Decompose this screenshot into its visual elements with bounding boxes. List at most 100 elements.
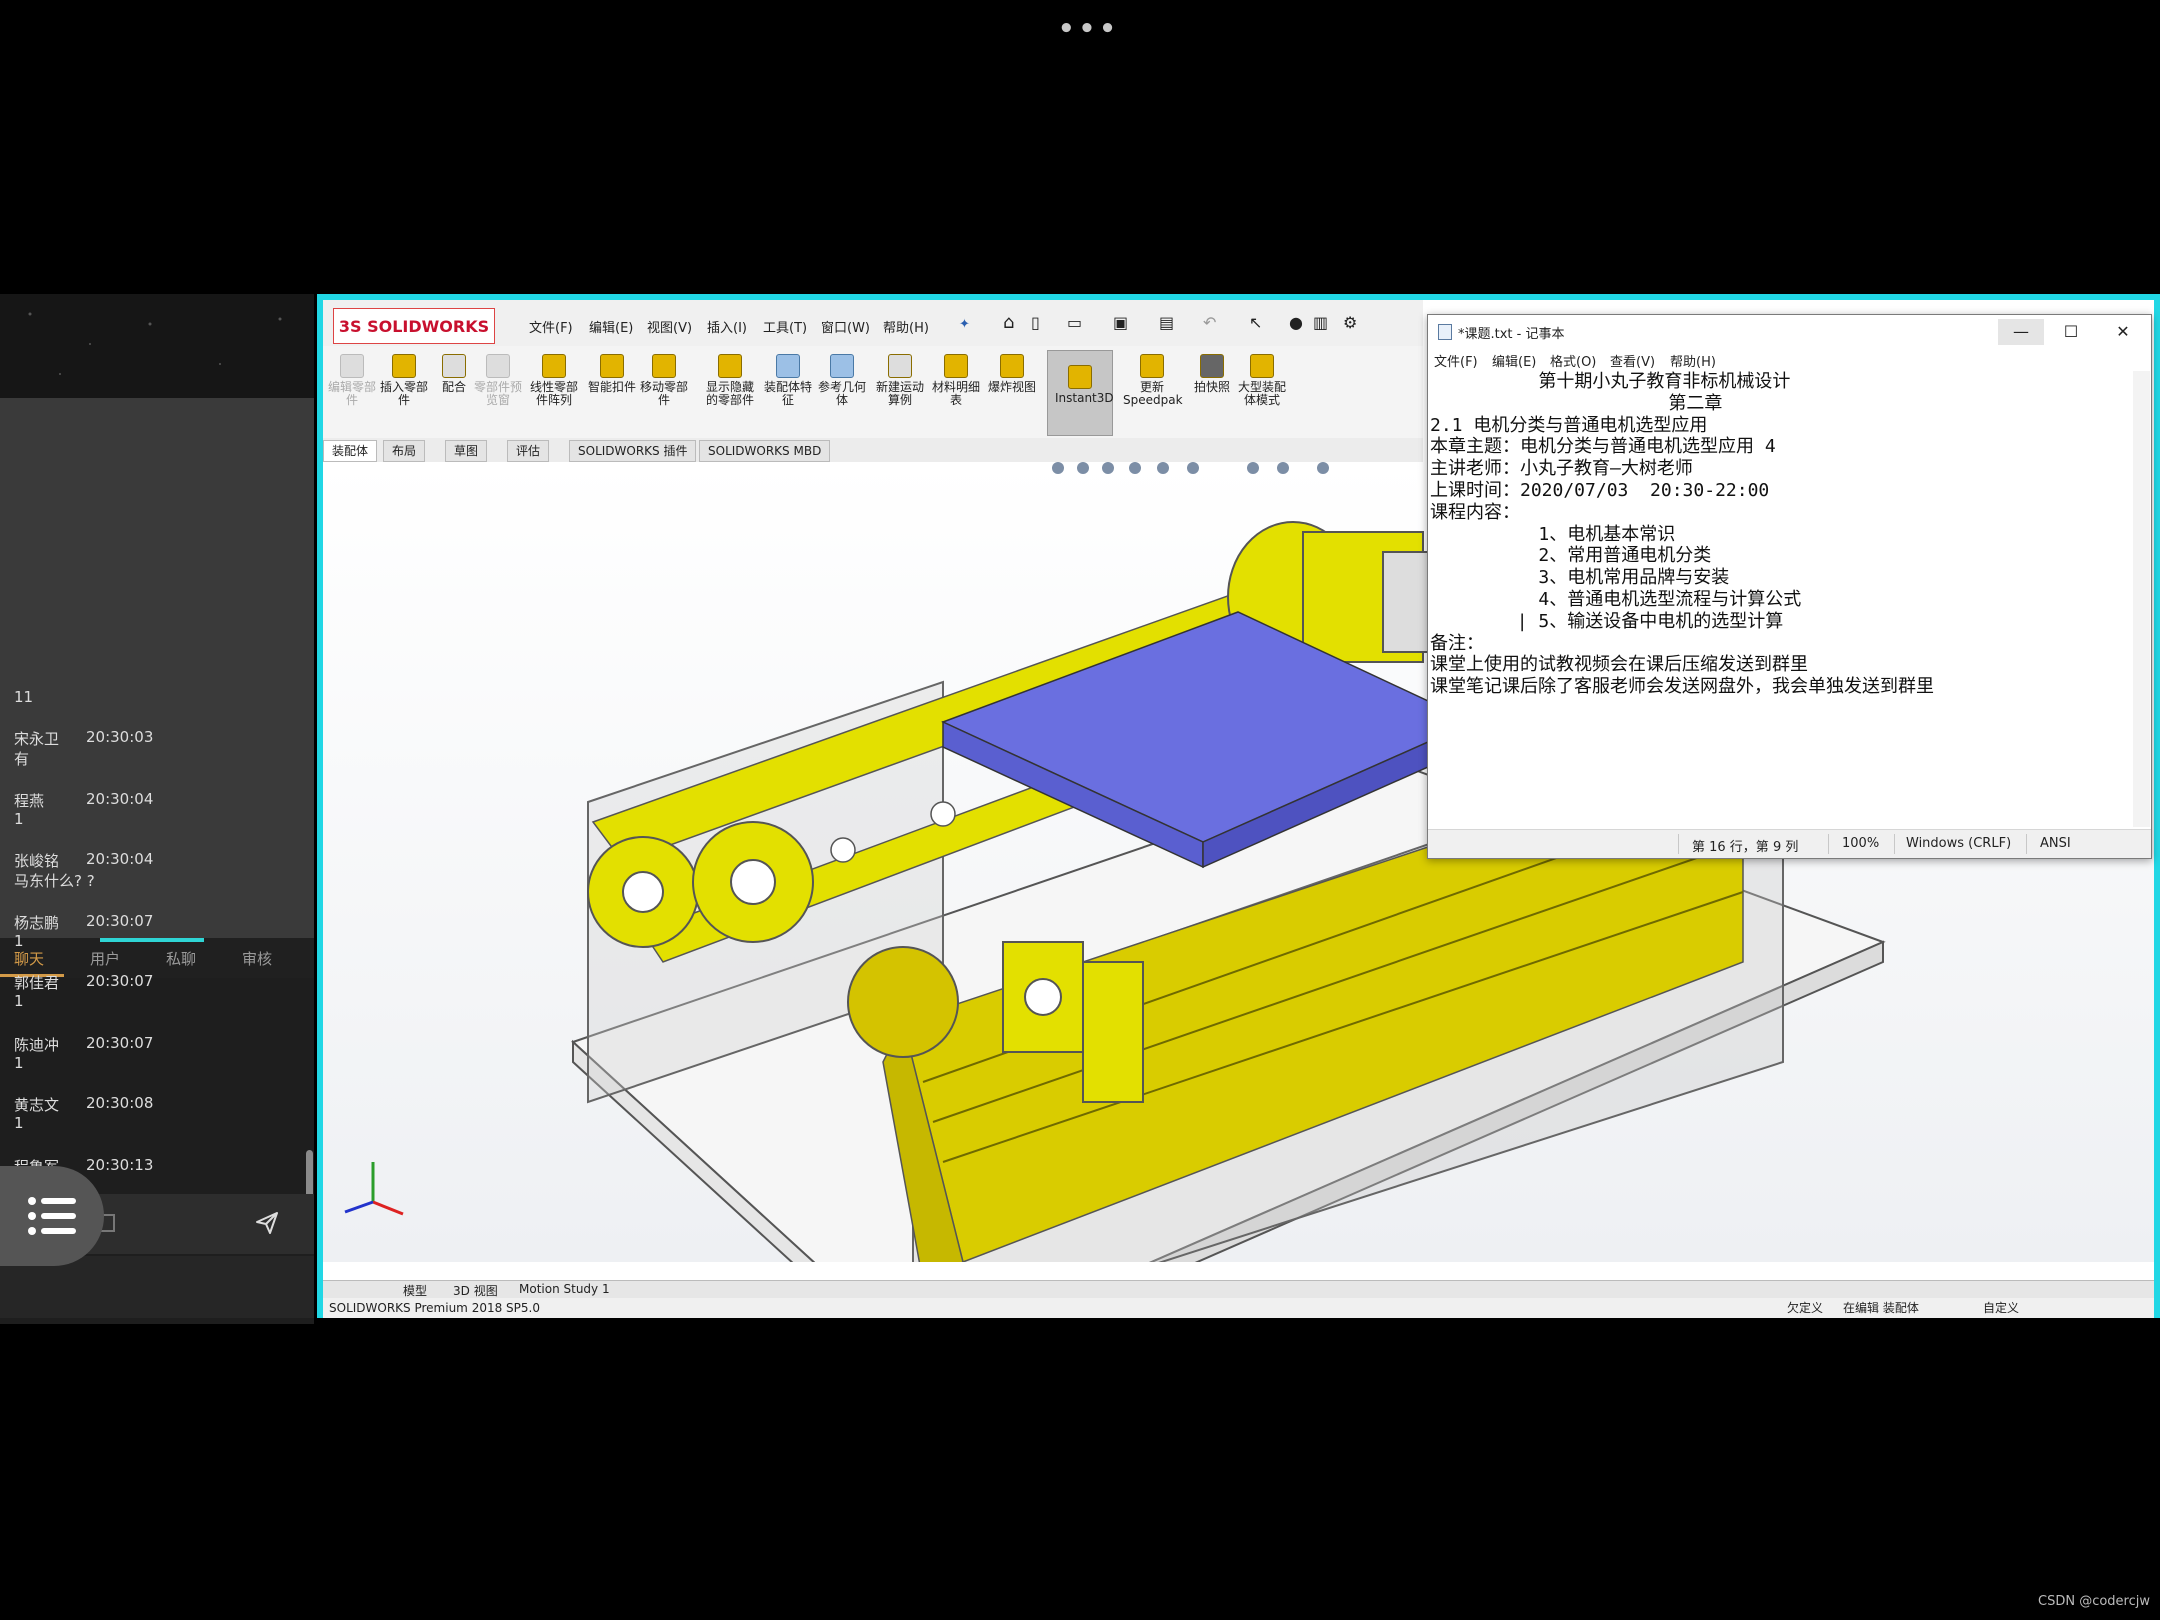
np-menu-format[interactable]: 格式(O) <box>1550 351 1596 370</box>
file-properties-icon[interactable]: ▥ <box>1313 313 1328 332</box>
home-icon[interactable]: ⌂ <box>1003 312 1014 333</box>
chat-message-user: 黄志文 <box>14 1096 60 1114</box>
tab-review[interactable]: 审核 <box>242 948 272 969</box>
text-line: 第二章 <box>1430 392 1723 414</box>
solidworks-logo[interactable]: 3S SOLIDWORKS <box>333 308 495 344</box>
text-line: 备注： <box>1430 632 1484 654</box>
update-speedpak-button[interactable]: 更新Speedpak <box>1123 354 1183 407</box>
rebuild-icon[interactable]: ● <box>1289 313 1303 332</box>
save-icon[interactable]: ▣ <box>1113 313 1128 332</box>
chat-message-user: 张峻铭 <box>14 852 60 870</box>
mate-button[interactable]: 配合 <box>429 354 479 394</box>
tab-motion-study[interactable]: Motion Study 1 <box>519 1282 610 1296</box>
tab-sketch[interactable]: 草图 <box>445 440 488 462</box>
open-icon[interactable]: ▭ <box>1067 313 1082 332</box>
print-icon[interactable]: ▤ <box>1159 313 1174 332</box>
chat-message-user: 宋永卫 <box>14 730 60 748</box>
reference-geometry-button[interactable]: 参考几何体 <box>817 354 867 407</box>
text-line: 课堂上使用的试教视频会在课后压缩发送到群里 <box>1430 654 1808 676</box>
tab-evaluate[interactable]: 评估 <box>507 440 550 462</box>
chat-message-text: 11 <box>14 688 34 706</box>
undo-icon[interactable]: ↶ <box>1203 313 1216 332</box>
bill-of-materials-label: 材料明细表 <box>931 380 980 407</box>
pin-icon[interactable]: ✦ <box>959 317 970 332</box>
maximize-button[interactable]: ☐ <box>2048 319 2094 345</box>
send-icon[interactable] <box>254 1210 280 1236</box>
tab-users[interactable]: 用户 <box>90 948 120 969</box>
exploded-view-icon <box>1000 354 1024 378</box>
chat-message-time: 20:30:03 <box>86 728 154 746</box>
menu-view[interactable]: 视图(V) <box>647 317 692 336</box>
show-hidden-button[interactable]: 显示隐藏的零部件 <box>705 354 755 407</box>
camera-icon <box>1200 354 1224 378</box>
new-document-icon[interactable]: ▯ <box>1031 313 1040 332</box>
motion-study-icon <box>888 354 912 378</box>
options-gear-icon[interactable]: ⚙ <box>1343 313 1357 332</box>
menu-list-button[interactable] <box>0 1166 104 1266</box>
component-preview-button[interactable]: 零部件预览窗 <box>473 354 523 407</box>
tab-private[interactable]: 私聊 <box>166 948 196 969</box>
exploded-view-button[interactable]: 爆炸视图 <box>987 354 1037 394</box>
tab-model[interactable]: 模型 <box>403 1282 427 1299</box>
large-assembly-label: 大型装配体模式 <box>1237 380 1286 407</box>
tab-solidworks-mbd[interactable]: SOLIDWORKS MBD <box>699 440 831 462</box>
text-line: 本章主题：电机分类与普通电机选型应用 4 <box>1430 436 1776 458</box>
menu-edit[interactable]: 编辑(E) <box>589 317 633 336</box>
move-component-button[interactable]: 移动零部件 <box>639 354 689 407</box>
instant3d-label: Instant3D <box>1055 391 1114 405</box>
notepad-menubar: 文件(F) 编辑(E) 格式(O) 查看(V) 帮助(H) <box>1428 349 2151 370</box>
new-motion-study-label: 新建运动算例 <box>875 380 924 407</box>
bill-of-materials-button[interactable]: 材料明细表 <box>931 354 981 407</box>
np-menu-view[interactable]: 查看(V) <box>1610 351 1655 370</box>
np-menu-help[interactable]: 帮助(H) <box>1670 351 1716 370</box>
notepad-title: *课题.txt - 记事本 <box>1458 327 1565 342</box>
window-options-icon[interactable]: ••• <box>1058 14 1120 44</box>
menu-file[interactable]: 文件(F) <box>529 317 573 336</box>
large-assembly-mode-button[interactable]: 大型装配体模式 <box>1237 354 1287 407</box>
status-divider <box>1678 834 1679 854</box>
close-button[interactable]: ✕ <box>2100 319 2146 345</box>
smart-fasteners-button[interactable]: 智能扣件 <box>587 354 637 394</box>
tab-layout[interactable]: 布局 <box>383 440 426 462</box>
notepad-scrollbar[interactable] <box>2133 371 2150 827</box>
instant3d-inner: Instant3D <box>1055 365 1114 405</box>
command-tabs: 装配体 布局 草图 评估 SOLIDWORKS 插件 SOLIDWORKS MB… <box>323 438 1423 462</box>
menu-insert[interactable]: 插入(I) <box>707 317 747 336</box>
np-menu-file[interactable]: 文件(F) <box>1434 351 1478 370</box>
reference-geometry-icon <box>830 354 854 378</box>
text-line: 2.1 电机分类与普通电机选型应用 <box>1430 414 1708 436</box>
units-selector[interactable]: 自定义 <box>1983 1298 2019 1318</box>
model-tabs: 模型 3D 视图 Motion Study 1 <box>323 1280 2154 1299</box>
tab-chat[interactable]: 聊天 <box>14 948 44 969</box>
tab-solidworks-addins[interactable]: SOLIDWORKS 插件 <box>569 440 697 462</box>
instant3d-button[interactable]: Instant3D <box>1047 350 1114 436</box>
insert-component-button[interactable]: 插入零部件 <box>379 354 429 407</box>
menu-tools[interactable]: 工具(T) <box>763 317 807 336</box>
linear-pattern-icon <box>542 354 566 378</box>
status-divider <box>2026 834 2027 854</box>
minimize-button[interactable]: — <box>1998 319 2044 345</box>
insert-component-label: 插入零部件 <box>379 380 428 407</box>
chat-message-text: 马东什么? ? <box>14 872 95 890</box>
text-line: 4、普通电机选型流程与计算公式 <box>1430 588 1802 610</box>
paperclip-icon <box>442 354 466 378</box>
tab-assembly[interactable]: 装配体 <box>323 440 378 462</box>
edit-component-label: 编辑零部件 <box>327 380 376 407</box>
zoom-level: 100% <box>1842 836 1880 851</box>
notepad-titlebar[interactable]: *课题.txt - 记事本 — ☐ ✕ <box>1428 315 2151 349</box>
tab-3d-view[interactable]: 3D 视图 <box>453 1282 498 1299</box>
take-snapshot-button[interactable]: 拍快照 <box>1187 354 1237 394</box>
assembly-features-button[interactable]: 装配体特征 <box>763 354 813 407</box>
status-divider <box>1894 834 1895 854</box>
linear-pattern-button[interactable]: 线性零部件阵列 <box>525 354 583 407</box>
notepad-text-area[interactable]: 第十期小丸子教育非标机械设计 第二章 2.1 电机分类与普通电机选型应用 本章主题：… <box>1430 371 2130 827</box>
np-menu-edit[interactable]: 编辑(E) <box>1492 351 1536 370</box>
chat-message-time: 20:30:08 <box>86 1094 154 1112</box>
menu-window[interactable]: 窗口(W) <box>821 317 870 336</box>
edit-component-icon <box>340 354 364 378</box>
select-icon[interactable]: ↖ <box>1249 313 1262 332</box>
menu-help[interactable]: 帮助(H) <box>883 317 929 336</box>
new-motion-study-button[interactable]: 新建运动算例 <box>875 354 925 407</box>
chat-message-time: 20:30:07 <box>86 912 154 930</box>
edit-component-button[interactable]: 编辑零部件 <box>327 354 377 407</box>
